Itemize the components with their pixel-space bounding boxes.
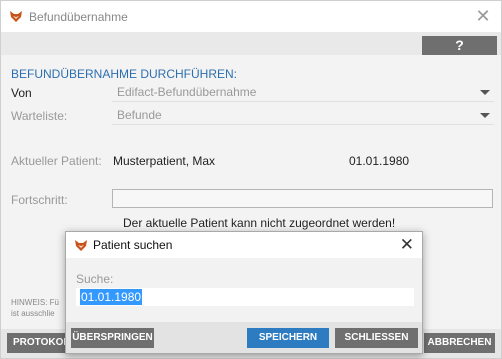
section-title: BEFUNDÜBERNAHME DURCHFÜHREN: [11, 67, 238, 81]
protokoll-button[interactable]: PROTOKOL [7, 333, 69, 353]
help-button[interactable]: ? [422, 36, 497, 55]
chevron-down-icon [480, 90, 490, 95]
dialog-titlebar: Patient suchen ✕ [66, 232, 422, 258]
patient-name: Musterpatient, Max [113, 154, 216, 168]
von-label: Von [11, 86, 32, 100]
progress-bar [112, 189, 493, 208]
patient-label: Aktueller Patient: [11, 154, 102, 168]
chevron-down-icon [480, 113, 490, 118]
patient-birthdate: 01.01.1980 [349, 154, 410, 168]
search-label: Suche: [76, 272, 114, 286]
dialog-title: Patient suchen [93, 238, 173, 252]
warning-message: Der aktuelle Patient kann nicht zugeordn… [123, 216, 396, 230]
hint-line: ist ausschlie [11, 309, 55, 318]
search-input-value: 01.01.1980 [80, 289, 143, 305]
close-icon[interactable]: ✕ [473, 6, 493, 26]
save-button[interactable]: SPEICHERN [247, 328, 329, 348]
warteliste-select[interactable]: Befunde [112, 107, 494, 125]
hint-text: HINWEIS: Fü ist ausschlie [11, 297, 59, 319]
warteliste-select-value: Befunde [117, 108, 162, 122]
warteliste-label: Warteliste: [11, 109, 68, 123]
close-icon[interactable]: ✕ [400, 235, 414, 255]
window-title: Befundübernahme [29, 10, 128, 24]
fox-logo-icon [75, 240, 87, 251]
hint-line: HINWEIS: Fü [11, 298, 60, 307]
window-titlebar: Befundübernahme ✕ [1, 1, 501, 32]
von-select-value: Edifact-Befundübernahme [117, 85, 257, 99]
close-button[interactable]: SCHLIESSEN [335, 328, 418, 348]
dialog-footer: ÜBERSPRINGEN SPEICHERN SCHLIESSEN [66, 322, 422, 353]
abbrechen-button[interactable]: ABBRECHEN [424, 333, 495, 353]
search-input[interactable]: 01.01.1980 [76, 288, 414, 306]
fox-logo-icon [10, 11, 22, 22]
skip-button[interactable]: ÜBERSPRINGEN [71, 328, 154, 348]
fortschritt-label: Fortschritt: [11, 193, 68, 207]
patient-search-dialog: Patient suchen ✕ Suche: 01.01.1980 ÜBERS… [65, 231, 423, 354]
von-select[interactable]: Edifact-Befundübernahme [112, 84, 494, 102]
